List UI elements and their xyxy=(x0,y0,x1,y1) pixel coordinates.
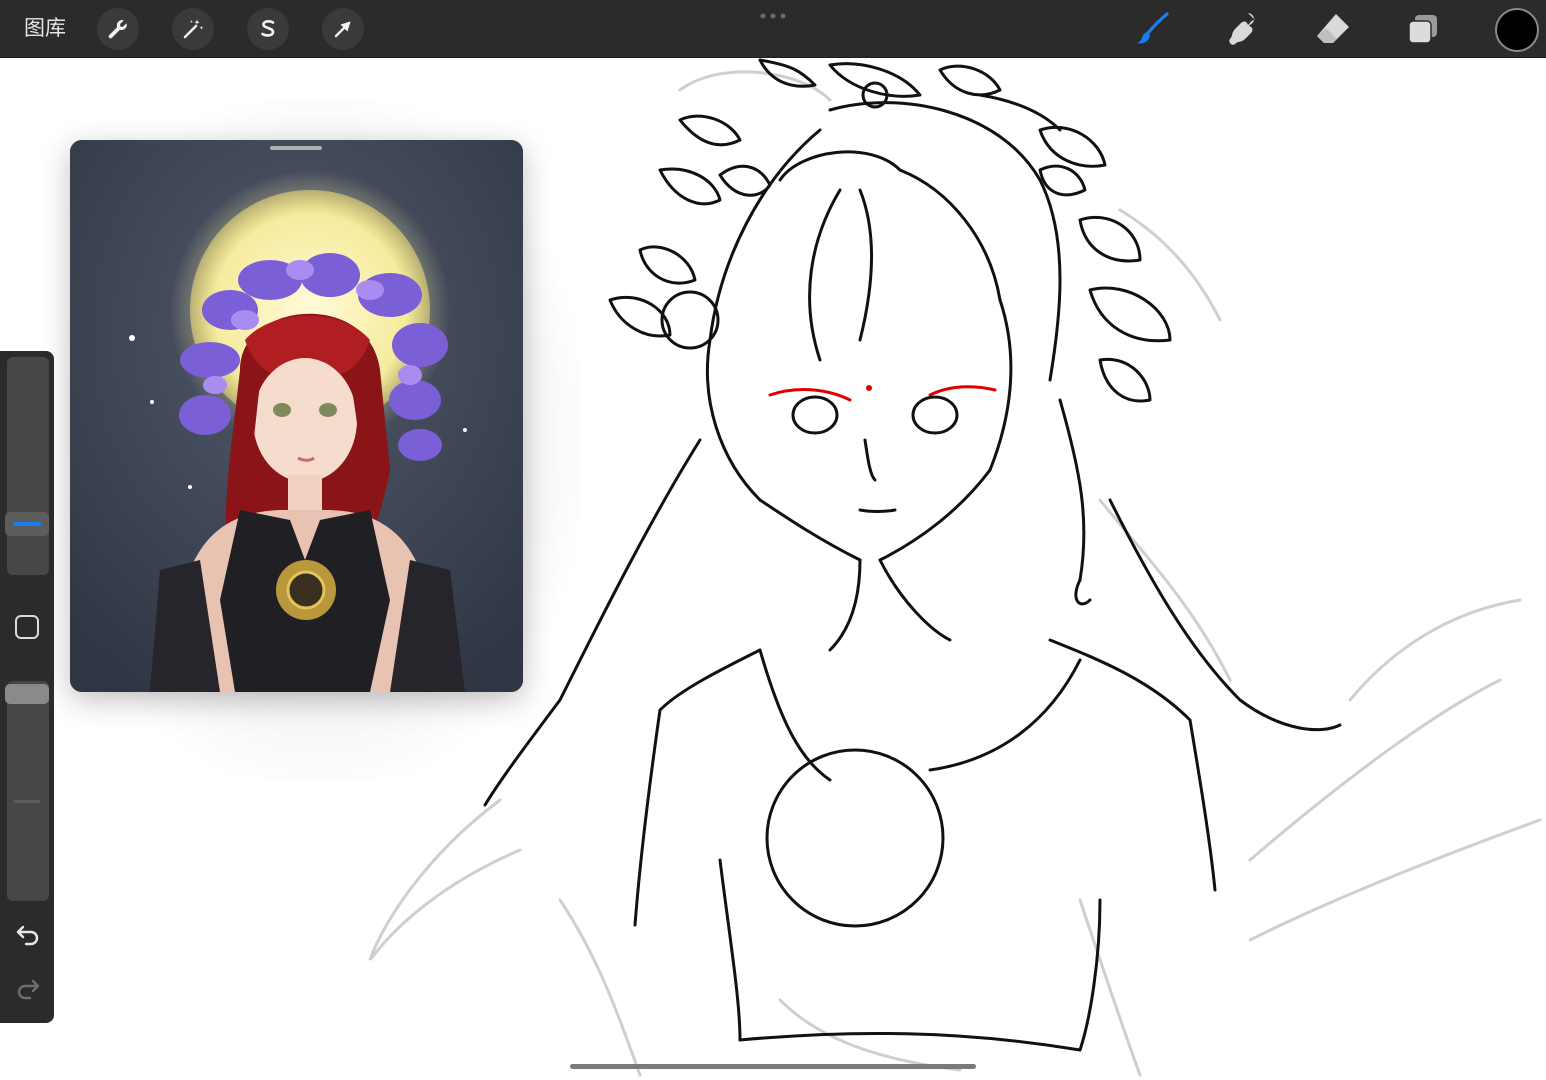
gallery-button[interactable]: 图库 xyxy=(24,14,66,42)
redo-button[interactable] xyxy=(14,973,42,1001)
brush-size-slider[interactable] xyxy=(7,357,49,575)
brush-icon xyxy=(1137,12,1169,44)
window-grip-icon[interactable] xyxy=(758,12,788,20)
color-picker-button[interactable] xyxy=(1495,8,1539,52)
actions-button[interactable] xyxy=(97,8,139,50)
home-indicator xyxy=(570,1064,976,1069)
undo-button[interactable] xyxy=(14,919,42,947)
left-sidebar xyxy=(0,351,54,1023)
square-modify-icon xyxy=(15,615,39,639)
reference-image xyxy=(70,140,523,692)
undo-icon xyxy=(16,925,39,946)
brush-size-thumb[interactable] xyxy=(5,512,49,537)
smudge-icon xyxy=(1229,13,1255,45)
selection-s-icon xyxy=(261,20,275,37)
eraser-tool-button[interactable] xyxy=(1312,8,1354,50)
smudge-tool-button[interactable] xyxy=(1222,8,1264,50)
adjustments-button[interactable] xyxy=(172,8,214,50)
top-toolbar: 图库 xyxy=(0,0,1546,58)
brush-opacity-slider[interactable] xyxy=(7,681,49,901)
reference-drag-handle[interactable] xyxy=(270,146,322,150)
brush-size-indicator xyxy=(13,522,41,527)
reference-window[interactable] xyxy=(70,140,523,692)
brush-tool-button[interactable] xyxy=(1132,8,1174,50)
magic-wand-icon xyxy=(183,19,204,39)
layers-icon xyxy=(1408,15,1437,44)
layers-button[interactable] xyxy=(1402,8,1444,50)
eraser-icon xyxy=(1317,14,1349,43)
modify-button[interactable] xyxy=(14,614,40,640)
redo-icon xyxy=(17,979,40,1000)
brush-opacity-tick xyxy=(14,800,40,803)
arrow-cursor-icon xyxy=(334,21,351,38)
wrench-icon xyxy=(108,20,127,39)
brush-opacity-thumb[interactable] xyxy=(5,684,49,704)
transform-button[interactable] xyxy=(322,8,364,50)
selection-button[interactable] xyxy=(247,8,289,50)
